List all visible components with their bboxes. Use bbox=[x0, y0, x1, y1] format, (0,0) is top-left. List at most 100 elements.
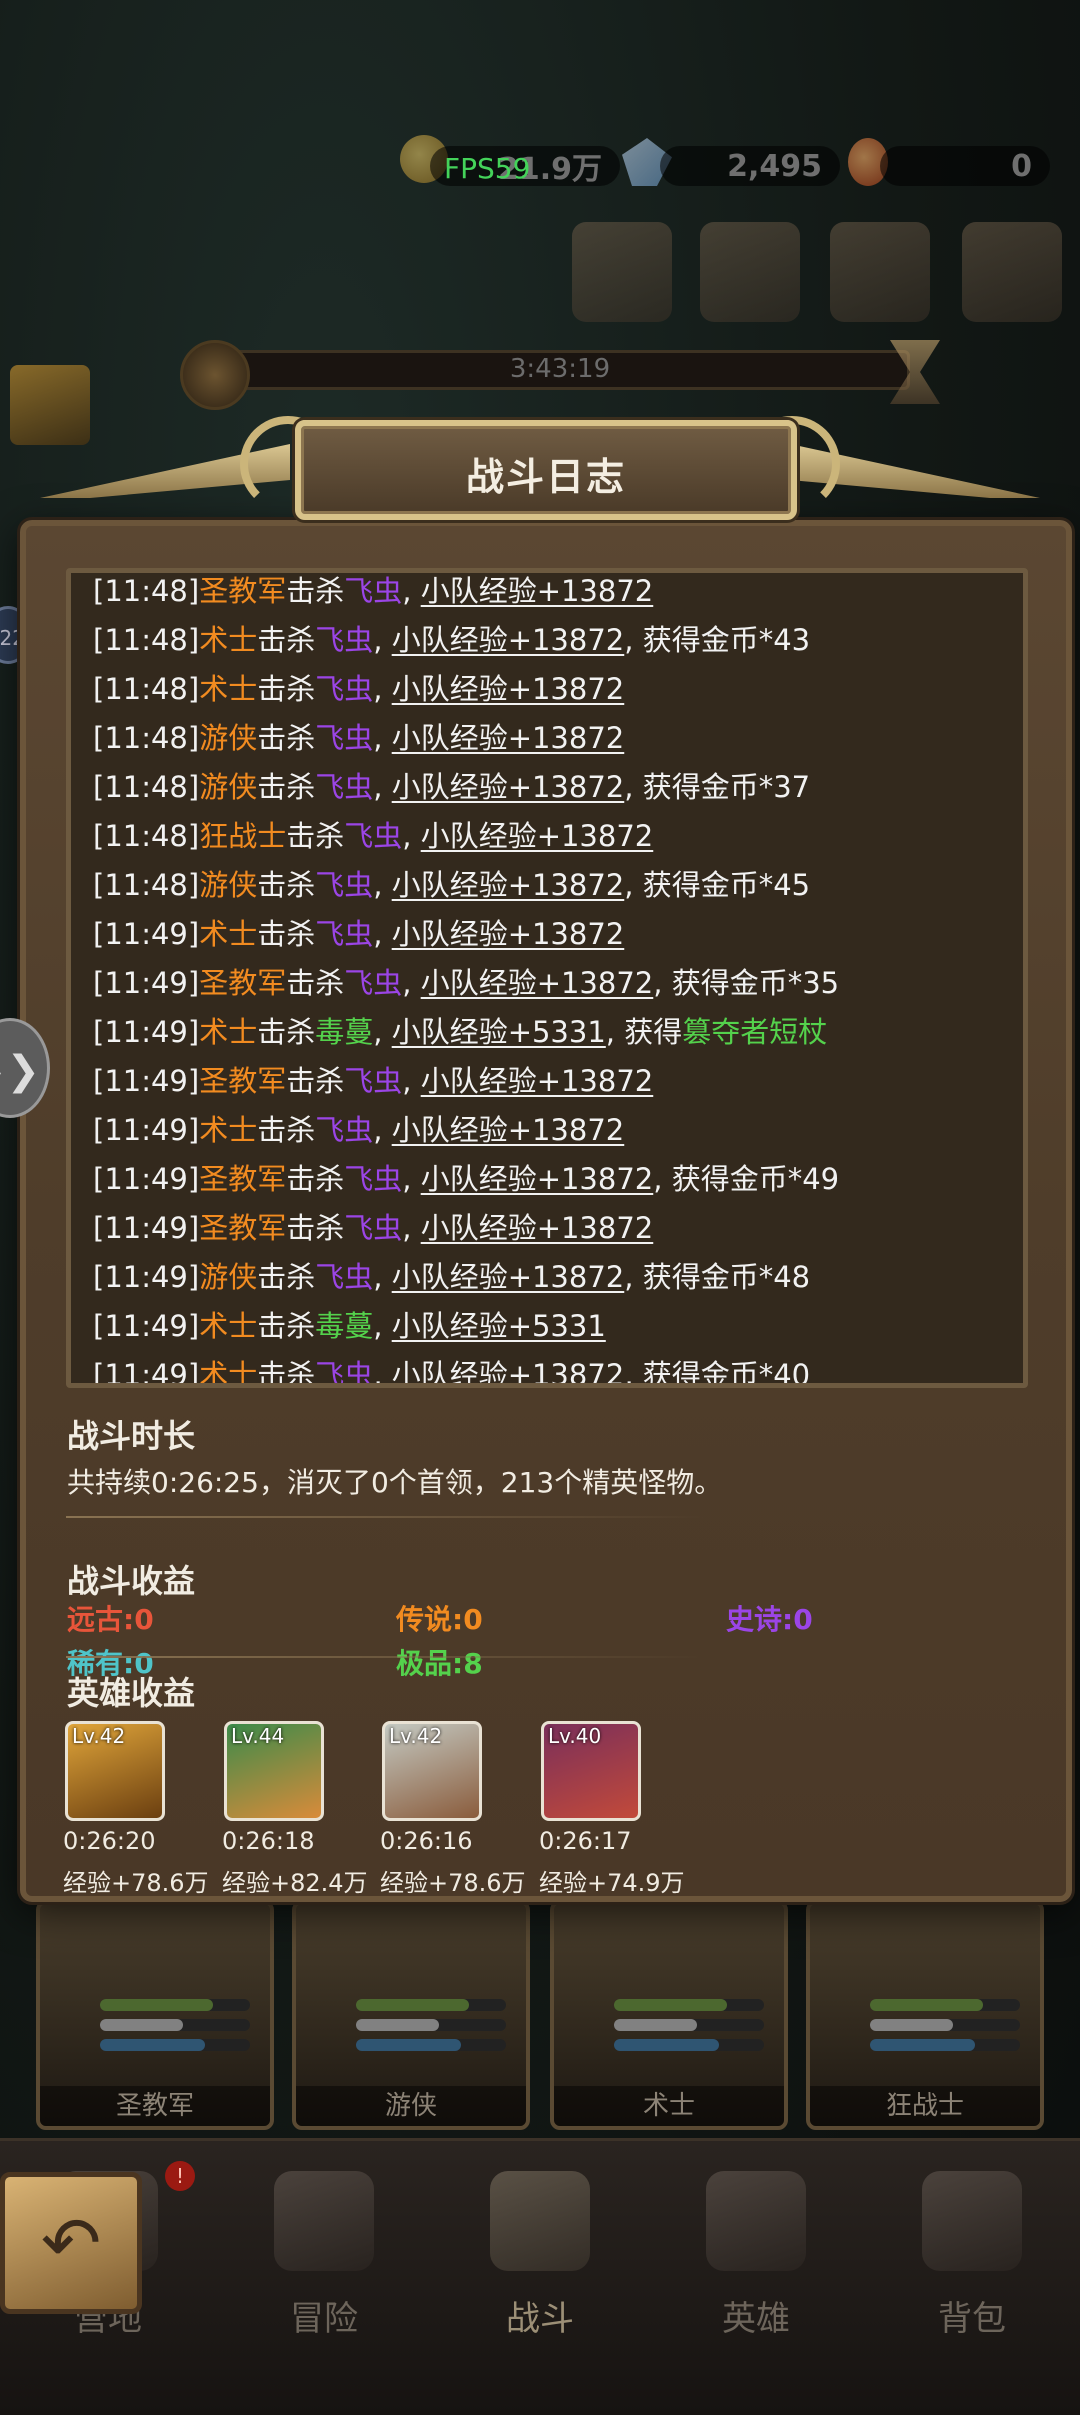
golden-knight-portrait[interactable]: Lv.42 bbox=[65, 1721, 165, 1821]
back-button[interactable]: ↶ bbox=[0, 2172, 142, 2314]
log-exp[interactable]: 小队经验+13872 bbox=[421, 966, 654, 1000]
log-verb: 击杀 bbox=[257, 721, 316, 755]
health-bar-fill bbox=[614, 1999, 727, 2011]
log-time: [11:49] bbox=[93, 1309, 200, 1343]
log-separator: , bbox=[402, 819, 421, 853]
log-exp[interactable]: 小队经验+13872 bbox=[421, 1162, 654, 1196]
log-exp[interactable]: 小队经验+5331 bbox=[392, 1015, 606, 1049]
timer-text: 3:43:19 bbox=[509, 354, 611, 384]
log-reward: 获得金币*45 bbox=[642, 868, 811, 902]
hero-rewards-title: 英雄收益 bbox=[67, 1674, 196, 1712]
log-time: [11:49] bbox=[93, 917, 200, 951]
log-line: [11:49]圣教军击杀飞虫, 小队经验+13872, 获得金币*35 bbox=[93, 959, 1013, 1008]
nav-label: 战斗 bbox=[506, 2299, 574, 2339]
log-target: 飞虫 bbox=[315, 1113, 374, 1147]
log-reward: 获得金币*49 bbox=[671, 1162, 840, 1196]
energy-bar-fill bbox=[870, 2019, 953, 2031]
notification-badge: ! bbox=[165, 2161, 195, 2191]
hero-exp: 经验+78.6万 bbox=[63, 1869, 209, 1897]
log-separator: , bbox=[373, 1309, 392, 1343]
title-plaque: 战斗日志 bbox=[295, 420, 797, 520]
log-exp[interactable]: 小队经验+13872 bbox=[392, 721, 625, 755]
hero-time: 0:26:16 bbox=[380, 1827, 473, 1855]
log-reward: 篡夺者短杖 bbox=[682, 1015, 828, 1049]
log-verb: 击杀 bbox=[286, 574, 345, 608]
nav-item-crossed-swords[interactable]: 战斗 bbox=[432, 2141, 648, 2415]
log-verb: 击杀 bbox=[257, 1015, 316, 1049]
log-reward-prefix: , bbox=[624, 1260, 643, 1294]
log-verb: 击杀 bbox=[257, 1358, 316, 1388]
log-exp[interactable]: 小队经验+13872 bbox=[392, 770, 625, 804]
log-exp[interactable]: 小队经验+13872 bbox=[421, 819, 654, 853]
nav-item-map[interactable]: 冒险 bbox=[216, 2141, 432, 2415]
log-line: [11:48]狂战士击杀飞虫, 小队经验+13872 bbox=[93, 812, 1013, 861]
log-separator: , bbox=[402, 966, 421, 1000]
log-separator: , bbox=[402, 574, 421, 608]
health-bar-fill bbox=[100, 1999, 213, 2011]
nav-label: 冒险 bbox=[290, 2299, 358, 2339]
log-exp[interactable]: 小队经验+5331 bbox=[392, 1309, 606, 1343]
helmet-warrior-portrait[interactable]: Lv.42 bbox=[382, 1721, 482, 1821]
log-exp[interactable]: 小队经验+13872 bbox=[392, 1113, 625, 1147]
hero-reward-item: Lv.44 0:26:18 经验+82.4万 bbox=[222, 1721, 368, 1898]
log-verb: 击杀 bbox=[286, 1064, 345, 1098]
log-actor: 术士 bbox=[199, 1358, 258, 1388]
hooded-mage-portrait[interactable]: Lv.40 bbox=[541, 1721, 641, 1821]
nav-item-helmet[interactable]: 英雄 bbox=[648, 2141, 864, 2415]
log-time: [11:48] bbox=[93, 672, 200, 706]
log-time: [11:48] bbox=[93, 770, 200, 804]
party-hero-card[interactable]: 狂战士 bbox=[806, 1900, 1044, 2130]
log-line: [11:48]游侠击杀飞虫, 小队经验+13872, 获得金币*37 bbox=[93, 763, 1013, 812]
log-exp[interactable]: 小队经验+13872 bbox=[392, 623, 625, 657]
energy-bar bbox=[870, 2019, 1020, 2031]
log-verb: 击杀 bbox=[286, 966, 345, 1000]
party-hero-card[interactable]: 圣教军 bbox=[36, 1900, 274, 2130]
log-actor: 游侠 bbox=[199, 1260, 258, 1294]
log-actor: 游侠 bbox=[199, 770, 258, 804]
helmet-icon bbox=[706, 2171, 806, 2271]
log-time: [11:48] bbox=[93, 721, 200, 755]
log-actor: 术士 bbox=[199, 1309, 258, 1343]
log-exp[interactable]: 小队经验+13872 bbox=[421, 1064, 654, 1098]
log-time: [11:49] bbox=[93, 1064, 200, 1098]
mana-bar-fill bbox=[870, 2039, 975, 2051]
battle-log-panel[interactable]: [11:48]圣教军击杀飞虫, 小队经验+13872 [11:48]术士击杀飞虫,… bbox=[66, 568, 1028, 1388]
spellbook-icon[interactable] bbox=[830, 222, 930, 322]
log-verb: 击杀 bbox=[257, 1113, 316, 1147]
mail-icon[interactable] bbox=[700, 222, 800, 322]
log-verb: 击杀 bbox=[257, 770, 316, 804]
log-actor: 术士 bbox=[199, 1015, 258, 1049]
log-target: 飞虫 bbox=[315, 672, 374, 706]
log-target: 飞虫 bbox=[344, 1162, 403, 1196]
log-exp[interactable]: 小队经验+13872 bbox=[392, 917, 625, 951]
log-line: [11:49]圣教军击杀飞虫, 小队经验+13872, 获得金币*49 bbox=[93, 1155, 1013, 1204]
hero-level: Lv.42 bbox=[72, 1724, 126, 1748]
hero-level: Lv.40 bbox=[548, 1724, 602, 1748]
log-exp[interactable]: 小队经验+13872 bbox=[421, 574, 654, 608]
calendar-icon[interactable] bbox=[572, 222, 672, 322]
log-actor: 术士 bbox=[199, 672, 258, 706]
tools-icon[interactable] bbox=[962, 222, 1062, 322]
ranger-hood-portrait[interactable]: Lv.44 bbox=[224, 1721, 324, 1821]
health-bar bbox=[614, 1999, 764, 2011]
log-exp[interactable]: 小队经验+13872 bbox=[392, 1260, 625, 1294]
log-exp[interactable]: 小队经验+13872 bbox=[392, 1358, 625, 1383]
log-exp[interactable]: 小队经验+13872 bbox=[392, 672, 625, 706]
log-actor: 圣教军 bbox=[199, 574, 287, 608]
log-reward-prefix: , bbox=[624, 770, 643, 804]
mana-bar-fill bbox=[100, 2039, 205, 2051]
log-time: [11:49] bbox=[93, 1211, 200, 1245]
log-reward: 获得金币*35 bbox=[671, 966, 840, 1000]
log-time: [11:49] bbox=[93, 1015, 200, 1049]
party-hero-card[interactable]: 游侠 bbox=[292, 1900, 530, 2130]
log-exp[interactable]: 小队经验+13872 bbox=[421, 1211, 654, 1245]
log-actor: 圣教军 bbox=[199, 1162, 287, 1196]
party-hero-card[interactable]: 术士 bbox=[550, 1900, 788, 2130]
party-hero-name: 狂战士 bbox=[810, 2086, 1040, 2126]
log-exp[interactable]: 小队经验+13872 bbox=[392, 868, 625, 902]
nav-item-backpack[interactable]: 背包 bbox=[864, 2141, 1080, 2415]
hero-reward-item: Lv.42 0:26:20 经验+78.6万 bbox=[63, 1721, 209, 1898]
log-reward-prefix: , bbox=[624, 868, 643, 902]
log-line: [11:49]圣教军击杀飞虫, 小队经验+13872 bbox=[93, 1057, 1013, 1106]
log-target: 飞虫 bbox=[315, 917, 374, 951]
